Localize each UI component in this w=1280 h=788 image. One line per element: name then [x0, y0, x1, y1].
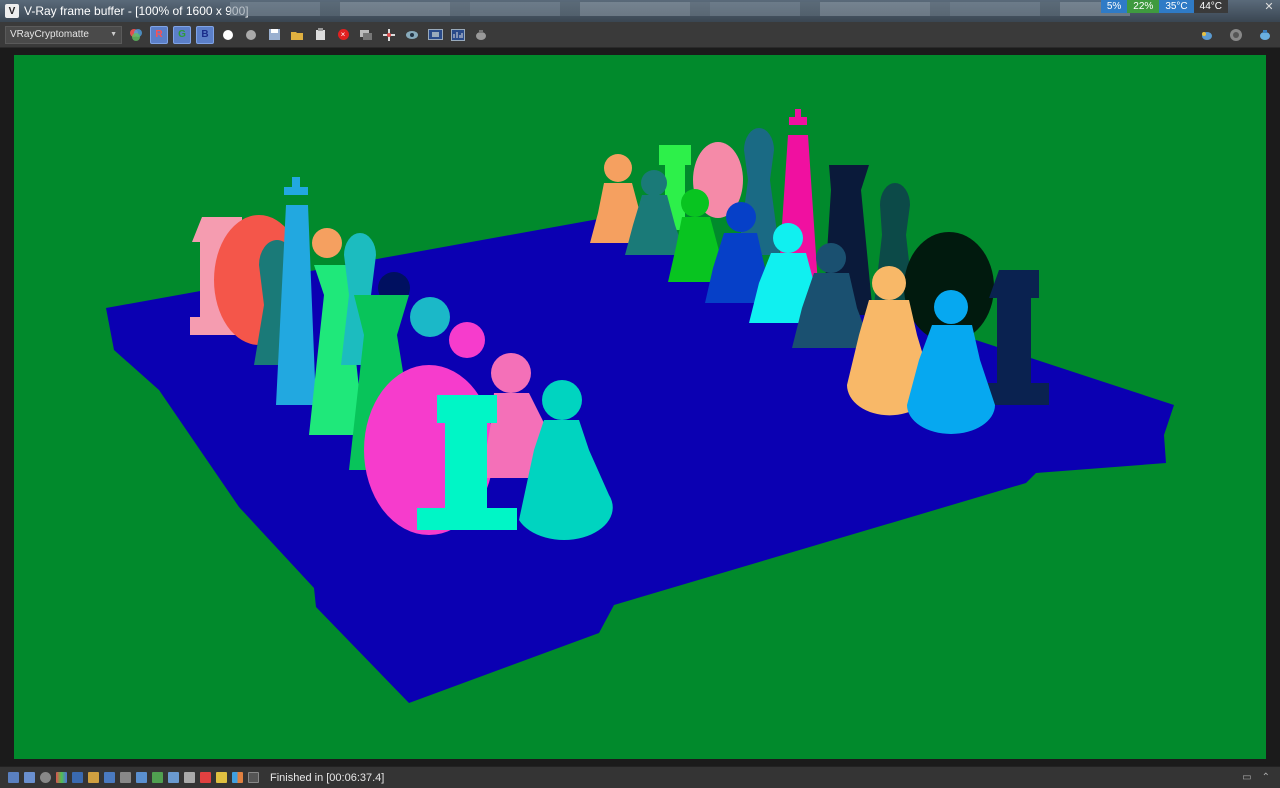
save-image-icon[interactable] — [265, 26, 283, 44]
pawn-head-matte-14 — [934, 290, 968, 324]
clipboard-copy-icon[interactable] — [311, 26, 329, 44]
restore-window-icon[interactable]: ▭ — [1242, 772, 1251, 783]
pawn-head-matte-9 — [681, 189, 709, 217]
pawn-head-matte-11 — [773, 223, 803, 253]
pawn-head-matte-3 — [410, 297, 450, 337]
duplicate-to-max-icon[interactable] — [357, 26, 375, 44]
render-viewport[interactable] — [0, 48, 1280, 766]
stamp-icon[interactable] — [184, 772, 195, 783]
pawn-head-matte-7 — [604, 154, 632, 182]
green-channel-button[interactable]: G — [173, 25, 191, 44]
pawn-head-matte-12 — [816, 243, 846, 273]
compare-icon[interactable] — [216, 772, 227, 783]
toolbar-right-group — [1193, 26, 1274, 44]
king-matte — [276, 177, 316, 405]
red-channel-label: R — [155, 29, 163, 40]
cryptomatte-render-image — [14, 55, 1266, 759]
background-windows-strip — [230, 2, 1130, 16]
memory-usage-badge: 22% — [1127, 0, 1160, 13]
mono-mode-button[interactable] — [242, 26, 260, 44]
pawn-head-matte-13 — [872, 266, 906, 300]
color-corrections-icon[interactable] — [127, 26, 145, 44]
show-corrections-icon[interactable] — [426, 26, 444, 44]
vray-logo-icon: V — [5, 4, 19, 18]
stop-icon: × — [337, 29, 349, 40]
curve-icon[interactable] — [88, 772, 99, 783]
vfb-toolbar: VRayCryptomatte ▼ R G B × — [0, 22, 1280, 48]
load-image-icon[interactable] — [288, 26, 306, 44]
gpu-temp-badge: 44°C — [1193, 0, 1228, 13]
track-mouse-icon[interactable] — [380, 26, 398, 44]
histogram-small-icon[interactable] — [104, 772, 115, 783]
teapot-render-icon[interactable] — [472, 26, 490, 44]
cpu-usage-badge: 5% — [1100, 0, 1128, 13]
pawn-head-matte-8 — [641, 170, 667, 196]
pawn-head-matte — [312, 228, 342, 258]
lens-effects-icon[interactable] — [168, 772, 179, 783]
pawn-head-matte-6 — [542, 380, 582, 420]
blue-channel-label: B — [201, 29, 209, 40]
expand-icon[interactable]: ⌃ — [1262, 772, 1270, 783]
green-channel-label: G — [178, 29, 186, 40]
status-bar: Finished in [00:06:37.4] ▭ ⌃ — [0, 766, 1280, 788]
white-circle-icon — [223, 29, 233, 40]
globe-icon[interactable] — [40, 772, 51, 783]
rendered-scene — [106, 109, 1174, 703]
lut-icon[interactable] — [56, 772, 67, 783]
clear-image-button[interactable]: × — [334, 26, 352, 44]
render-status-text: Finished in [00:06:37.4] — [270, 771, 385, 784]
grey-circle-icon — [246, 29, 256, 40]
pawn-head-matte-5 — [491, 353, 531, 393]
title-bar: V V-Ray frame buffer - [100% of 1600 x 9… — [0, 0, 1280, 22]
background-icon[interactable] — [120, 772, 131, 783]
hsl-icon[interactable] — [200, 772, 211, 783]
statusbar-right-group: ▭ ⌃ — [1242, 772, 1270, 783]
pixel-info-icon[interactable] — [248, 772, 259, 783]
render-teapot-icon[interactable] — [1256, 26, 1274, 44]
render-settings-icon[interactable] — [1227, 26, 1245, 44]
blue-channel-button[interactable]: B — [196, 25, 214, 44]
render-interactive-icon[interactable] — [1198, 26, 1216, 44]
cpu-temp-badge: 35°C — [1159, 0, 1194, 13]
chevron-down-icon: ▼ — [110, 31, 117, 38]
render-channel-value: VRayCryptomatte — [10, 29, 89, 40]
close-window-icon[interactable]: ✕ — [1262, 1, 1276, 13]
pawn-head-matte-4 — [449, 322, 485, 358]
zoom-icon[interactable] — [24, 772, 35, 783]
landscape-icon[interactable] — [152, 772, 163, 783]
window-title: V-Ray frame buffer - [100% of 1600 x 900… — [24, 4, 249, 18]
system-monitor: 5% 22% 35°C 44°C — [1100, 0, 1228, 14]
histogram-icon[interactable] — [449, 26, 467, 44]
ab-compare-icon[interactable] — [232, 772, 243, 783]
render-region-icon[interactable] — [403, 26, 421, 44]
red-channel-button[interactable]: R — [150, 25, 168, 44]
levels-icon[interactable] — [72, 772, 83, 783]
image-icon[interactable] — [136, 772, 147, 783]
pawn-head-matte-10 — [726, 202, 756, 232]
render-channel-select[interactable]: VRayCryptomatte ▼ — [5, 25, 122, 44]
alpha-channel-button[interactable] — [219, 26, 237, 44]
history-icon[interactable] — [8, 772, 19, 783]
